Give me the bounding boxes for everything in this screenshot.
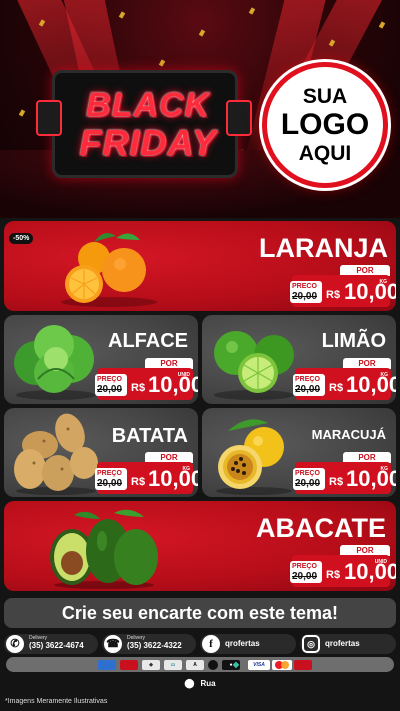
product-card-laranja[interactable]: LARANJA POR PRECO 20,00 R$ 10,00 KG [4,221,396,311]
product-card-limao[interactable]: LIMÃO POR PREÇO 20,00 R$ 10,00 KG [202,315,396,404]
price-unit: KG [380,372,389,378]
logo-placeholder[interactable]: SUA LOGO AQUI [262,62,388,188]
avocado-image [50,509,158,589]
mastercard-icon [272,660,292,670]
black-friday-title-bottom: FRIDAY [79,122,217,163]
product-card-abacate[interactable]: ABACATE POR PREÇO 20,00 R$ 10,00 UNID [4,501,396,591]
ticket-icon: ▭ [164,660,182,670]
whatsapp-icon: ✆ [6,635,24,653]
product-card-batata[interactable]: BATATA POR PREÇO 20,00 R$ 10,00 KG [4,408,198,497]
instagram-handle: qrofertas [325,639,360,648]
price-tag: POR PREÇO 20,00 R$ 10,00 UNID [290,545,396,587]
logo-text-line2: LOGO [280,108,370,141]
address: ⬤ Rua [0,678,400,689]
card-icon [98,660,116,670]
logo-text-line1: SUA [302,85,348,108]
price-tag: POR PRECO 20,00 R$ 10,00 KG [290,265,396,307]
old-price: 20,00 [292,571,318,582]
hipercard-icon [294,660,312,670]
lime-image [214,331,294,400]
old-price: 20,00 [292,291,318,302]
price-tag: POR PREÇO 20,00 R$ 10,00 KG [293,452,396,494]
currency: R$ [329,382,344,394]
price-tag: POR PREÇO 20,00 R$ 10,00 KG [95,452,198,494]
product-name: LARANJA [258,233,388,263]
disclaimer: *Imagens Meramente Ilustrativas [5,698,108,705]
old-price: 20,00 [97,384,123,395]
passion-fruit-image [216,419,292,495]
address-text: Rua [200,679,216,688]
whatsapp-number: (35) 3622-4674 [29,641,84,650]
phone-contact[interactable]: ☎ Delivery (35) 3622-4322 [102,634,196,654]
payment-methods-bar: ◆ ▭ A ● ◆ VISA [6,657,394,672]
currency: R$ [131,382,146,394]
currency: R$ [329,476,344,488]
currency: R$ [131,476,146,488]
card-icon: A [186,660,204,670]
lettuce-image [14,325,96,400]
price-value: 10,00 [148,372,198,397]
old-price: 20,00 [295,384,321,395]
old-price: 20,00 [295,478,321,489]
instagram-icon: ◎ [302,635,320,653]
card-icon [120,660,138,670]
product-name: ABACATE [256,513,386,543]
price-tag: POR PREÇO 20,00 R$ 10,00 UNID [95,358,198,400]
facebook-contact[interactable]: f qrofertas [200,634,296,654]
facebook-icon: f [202,635,220,653]
instagram-contact[interactable]: ◎ qrofertas [300,634,396,654]
card-icon [208,660,218,670]
visa-logo: VISA [248,660,270,670]
currency: R$ [326,569,341,581]
discount-badge: -50% [9,233,34,244]
pix-icon: ◆ [232,660,240,669]
price-value: 10,00 [344,279,396,304]
black-friday-title-top: BLACK [86,86,210,124]
pix-icon: ◆ [142,660,160,670]
price-unit: KG [380,466,389,472]
whatsapp-contact[interactable]: ✆ Delivery (35) 3622-4674 [4,634,98,654]
price-value: 10,00 [346,466,396,491]
location-pin-icon: ⬤ [184,678,195,688]
price-unit: KG [379,279,388,285]
price-value: 10,00 [346,372,396,397]
orange-image [61,233,157,307]
header-banner: BLACK FRIDAY SUA LOGO AQUI [0,0,400,218]
price-unit: KG [182,466,191,472]
price-value: 10,00 [344,559,396,584]
phone-icon: ☎ [104,635,122,653]
currency: R$ [326,289,341,301]
product-card-alface[interactable]: ALFACE POR PREÇO 20,00 R$ 10,00 UNID [4,315,198,404]
product-name: MARACUJÁ [311,427,386,442]
product-card-maracuja[interactable]: MARACUJÁ POR PREÇO 20,00 R$ 10,00 KG [202,408,396,497]
phone-number: (35) 3622-4322 [127,641,182,650]
facebook-handle: qrofertas [225,639,260,648]
price-unit: UNID [374,559,387,565]
product-name: BATATA [111,425,188,447]
cta-banner[interactable]: Crie seu encarte com este tema! [4,598,396,628]
price-tag: POR PREÇO 20,00 R$ 10,00 KG [293,358,396,400]
logo-text-line3: AQUI [298,142,352,165]
potato-image [14,413,98,495]
product-name: ALFACE [108,330,188,352]
price-value: 10,00 [148,466,198,491]
old-price: 20,00 [97,478,123,489]
price-unit: UNID [177,372,190,378]
product-name: LIMÃO [321,330,386,352]
